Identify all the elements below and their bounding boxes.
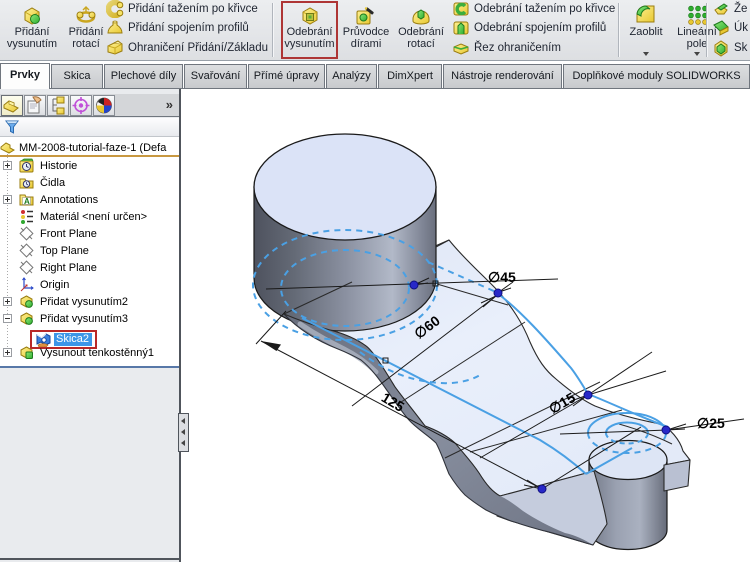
svg-text:∅25: ∅25 [697,415,725,431]
svg-text:∅45: ∅45 [488,269,516,285]
svg-text:A: A [24,197,30,206]
